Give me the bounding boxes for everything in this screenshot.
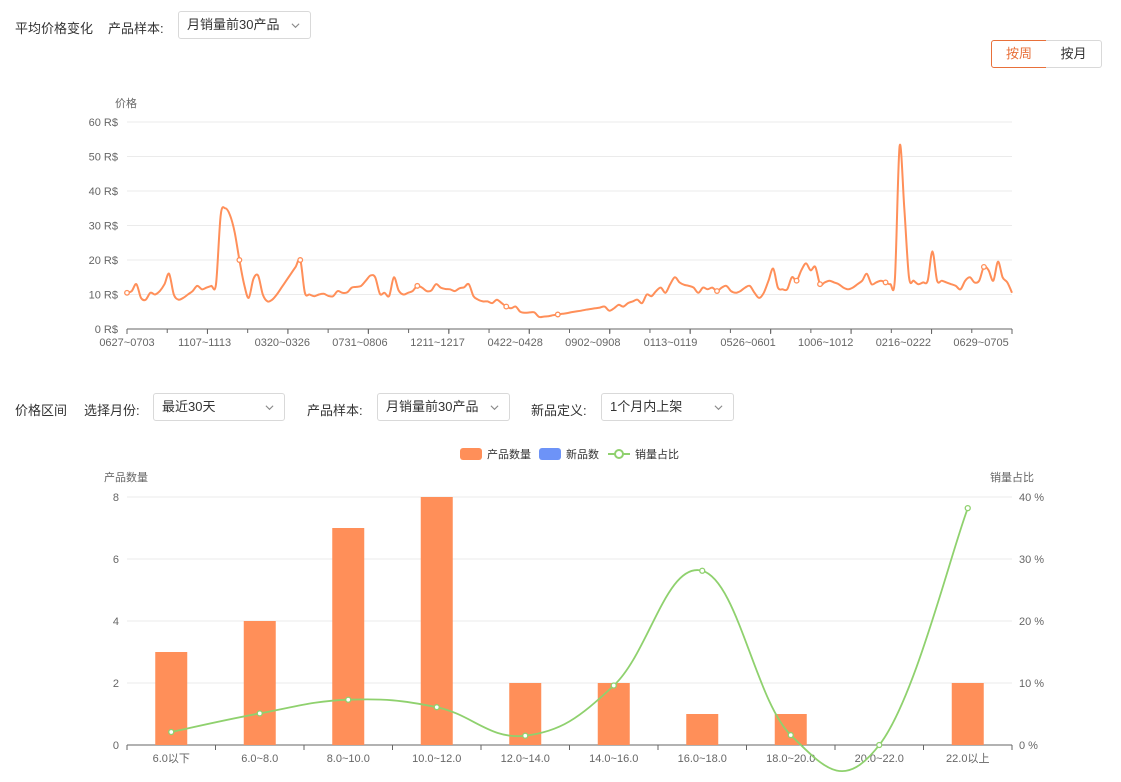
legend-new-count-text: 新品数 <box>566 447 599 461</box>
sales-share-point <box>787 731 794 739</box>
price-point <box>297 257 304 263</box>
sales-share-point <box>964 505 971 512</box>
x-tick-label: 8.0~10.0 <box>327 753 370 765</box>
x-tick-label: 0526~0601 <box>720 337 775 349</box>
x-tick-label: 18.0~20.0 <box>766 753 815 765</box>
price-point <box>554 311 561 318</box>
x-tick-label: 16.0~18.0 <box>678 753 727 765</box>
price-point <box>882 279 889 286</box>
new-definition-label: 新品定义: <box>531 403 587 418</box>
x-tick-label: 0422~0428 <box>488 337 543 349</box>
sales-share-point <box>876 741 883 749</box>
x-tick-label: 1107~1113 <box>178 337 231 349</box>
price-point <box>503 303 510 310</box>
y-tick-label: 20 R$ <box>89 255 118 267</box>
sales-share-point <box>256 710 263 717</box>
sales-share-point <box>433 704 440 711</box>
month-select[interactable]: 最近30天 <box>153 393 285 421</box>
x-tick-label: 6.0~8.0 <box>241 753 278 765</box>
x-tick-label: 12.0~14.0 <box>501 753 550 765</box>
y-right-tick-label: 30 % <box>1019 554 1044 566</box>
chevron-down-icon <box>490 405 499 411</box>
bar-product-count <box>686 714 719 745</box>
price-range-bar-chart: 产品数量 新品数 销量占比产品数量 销量占比024680 %10 %20 %30 %4… <box>104 447 1044 773</box>
y-tick-label: 40 R$ <box>89 186 118 198</box>
legend-new-count-swatch <box>539 448 561 460</box>
sales-share-point <box>168 728 175 736</box>
sample-select[interactable]: 月销量前30产品 <box>178 11 311 39</box>
y-right-tick-label: 40 % <box>1019 492 1044 504</box>
bar-product-count <box>243 621 276 745</box>
y-right-tick-label: 10 % <box>1019 678 1044 690</box>
y-left-tick-label: 8 <box>113 492 119 504</box>
month-label: 选择月份: <box>84 403 140 418</box>
new-definition-select[interactable]: 1个月内上架 <box>601 393 734 421</box>
legend-sales-share-text: 销量占比 <box>635 447 679 461</box>
sales-share-point <box>699 567 706 574</box>
x-tick-label: 22.0以上 <box>946 752 989 765</box>
y-left-tick-label: 6 <box>113 554 119 566</box>
toggle-monthly-button[interactable]: 按月 <box>1046 40 1102 68</box>
y-tick-label: 10 R$ <box>89 290 118 302</box>
x-tick-label: 6.0以下 <box>153 753 190 765</box>
y-tick-label: 0 R$ <box>95 324 118 336</box>
month-select-value: 最近30天 <box>162 399 216 414</box>
x-tick-label: 0902~0908 <box>565 337 620 349</box>
new-definition-select-value: 1个月内上架 <box>610 399 683 414</box>
bar-product-count <box>951 683 984 745</box>
sample-select-2[interactable]: 月销量前30产品 <box>377 393 510 421</box>
y-tick-label: 30 R$ <box>89 221 118 233</box>
y-left-tick-label: 2 <box>113 678 119 690</box>
sample-label-2: 产品样本: <box>307 403 363 418</box>
bar-product-count <box>774 714 807 745</box>
y-tick-label: 60 R$ <box>89 117 118 129</box>
legend-product-count-text: 产品数量 <box>487 447 531 461</box>
sales-share-point <box>345 696 352 703</box>
x-tick-label: 0113~0119 <box>644 337 698 349</box>
x-tick-label: 14.0~16.0 <box>589 753 638 765</box>
y-left-tick-label: 4 <box>113 616 119 628</box>
sales-share-line <box>171 507 969 773</box>
x-tick-label: 0731~0806 <box>332 337 387 349</box>
x-tick-label: 1006~1012 <box>798 337 853 349</box>
sales-share-point <box>522 732 529 739</box>
sample-select-2-value: 月销量前30产品 <box>386 399 479 414</box>
x-tick-label: 1211~1217 <box>410 337 465 349</box>
price-point <box>124 289 130 296</box>
bar-product-count <box>332 528 365 745</box>
x-tick-label: 0320~0326 <box>255 337 310 349</box>
y-right-tick-label: 0 % <box>1019 740 1038 752</box>
y-tick-label: 50 R$ <box>89 152 118 164</box>
y-left-tick-label: 0 <box>113 740 119 752</box>
price-range-title: 价格区间 <box>15 403 68 418</box>
x-tick-label: 0216~0222 <box>876 337 931 349</box>
price-line-chart: 价格 0 R$ 10 R$ 20 R$ 30 R$ 40 R$ 50 R$ 60 R$ 0627… <box>89 96 1013 349</box>
sample-label: 产品样本: <box>108 21 164 36</box>
price-trend-title: 平均价格变化 <box>15 21 94 36</box>
sample-select-value: 月销量前30产品 <box>187 17 280 32</box>
chevron-down-icon <box>291 23 300 29</box>
price-point <box>793 277 800 284</box>
y-right-tick-label: 20 % <box>1019 616 1044 628</box>
toggle-weekly-button[interactable]: 按周 <box>991 40 1047 68</box>
chevron-down-icon <box>265 405 274 411</box>
sales-share-point <box>610 682 617 689</box>
price-point <box>714 288 720 294</box>
price-point <box>980 263 987 270</box>
y-left-axis-label: 产品数量 <box>104 470 148 484</box>
x-tick-label: 0627~0703 <box>99 337 154 349</box>
price-point <box>817 281 823 288</box>
y-right-axis-label: 销量占比 <box>990 470 1034 484</box>
x-tick-label: 0629~0705 <box>953 337 1008 349</box>
price-series-line <box>126 143 1013 319</box>
chevron-down-icon <box>714 405 723 411</box>
x-tick-label: 10.0~12.0 <box>412 753 461 765</box>
price-point <box>236 257 243 263</box>
legend-sales-share-swatch-dot <box>614 449 624 459</box>
legend-product-count-swatch <box>460 448 482 460</box>
bar-product-count <box>597 683 630 745</box>
price-point <box>414 282 421 289</box>
y-axis-label: 价格 <box>115 96 137 110</box>
